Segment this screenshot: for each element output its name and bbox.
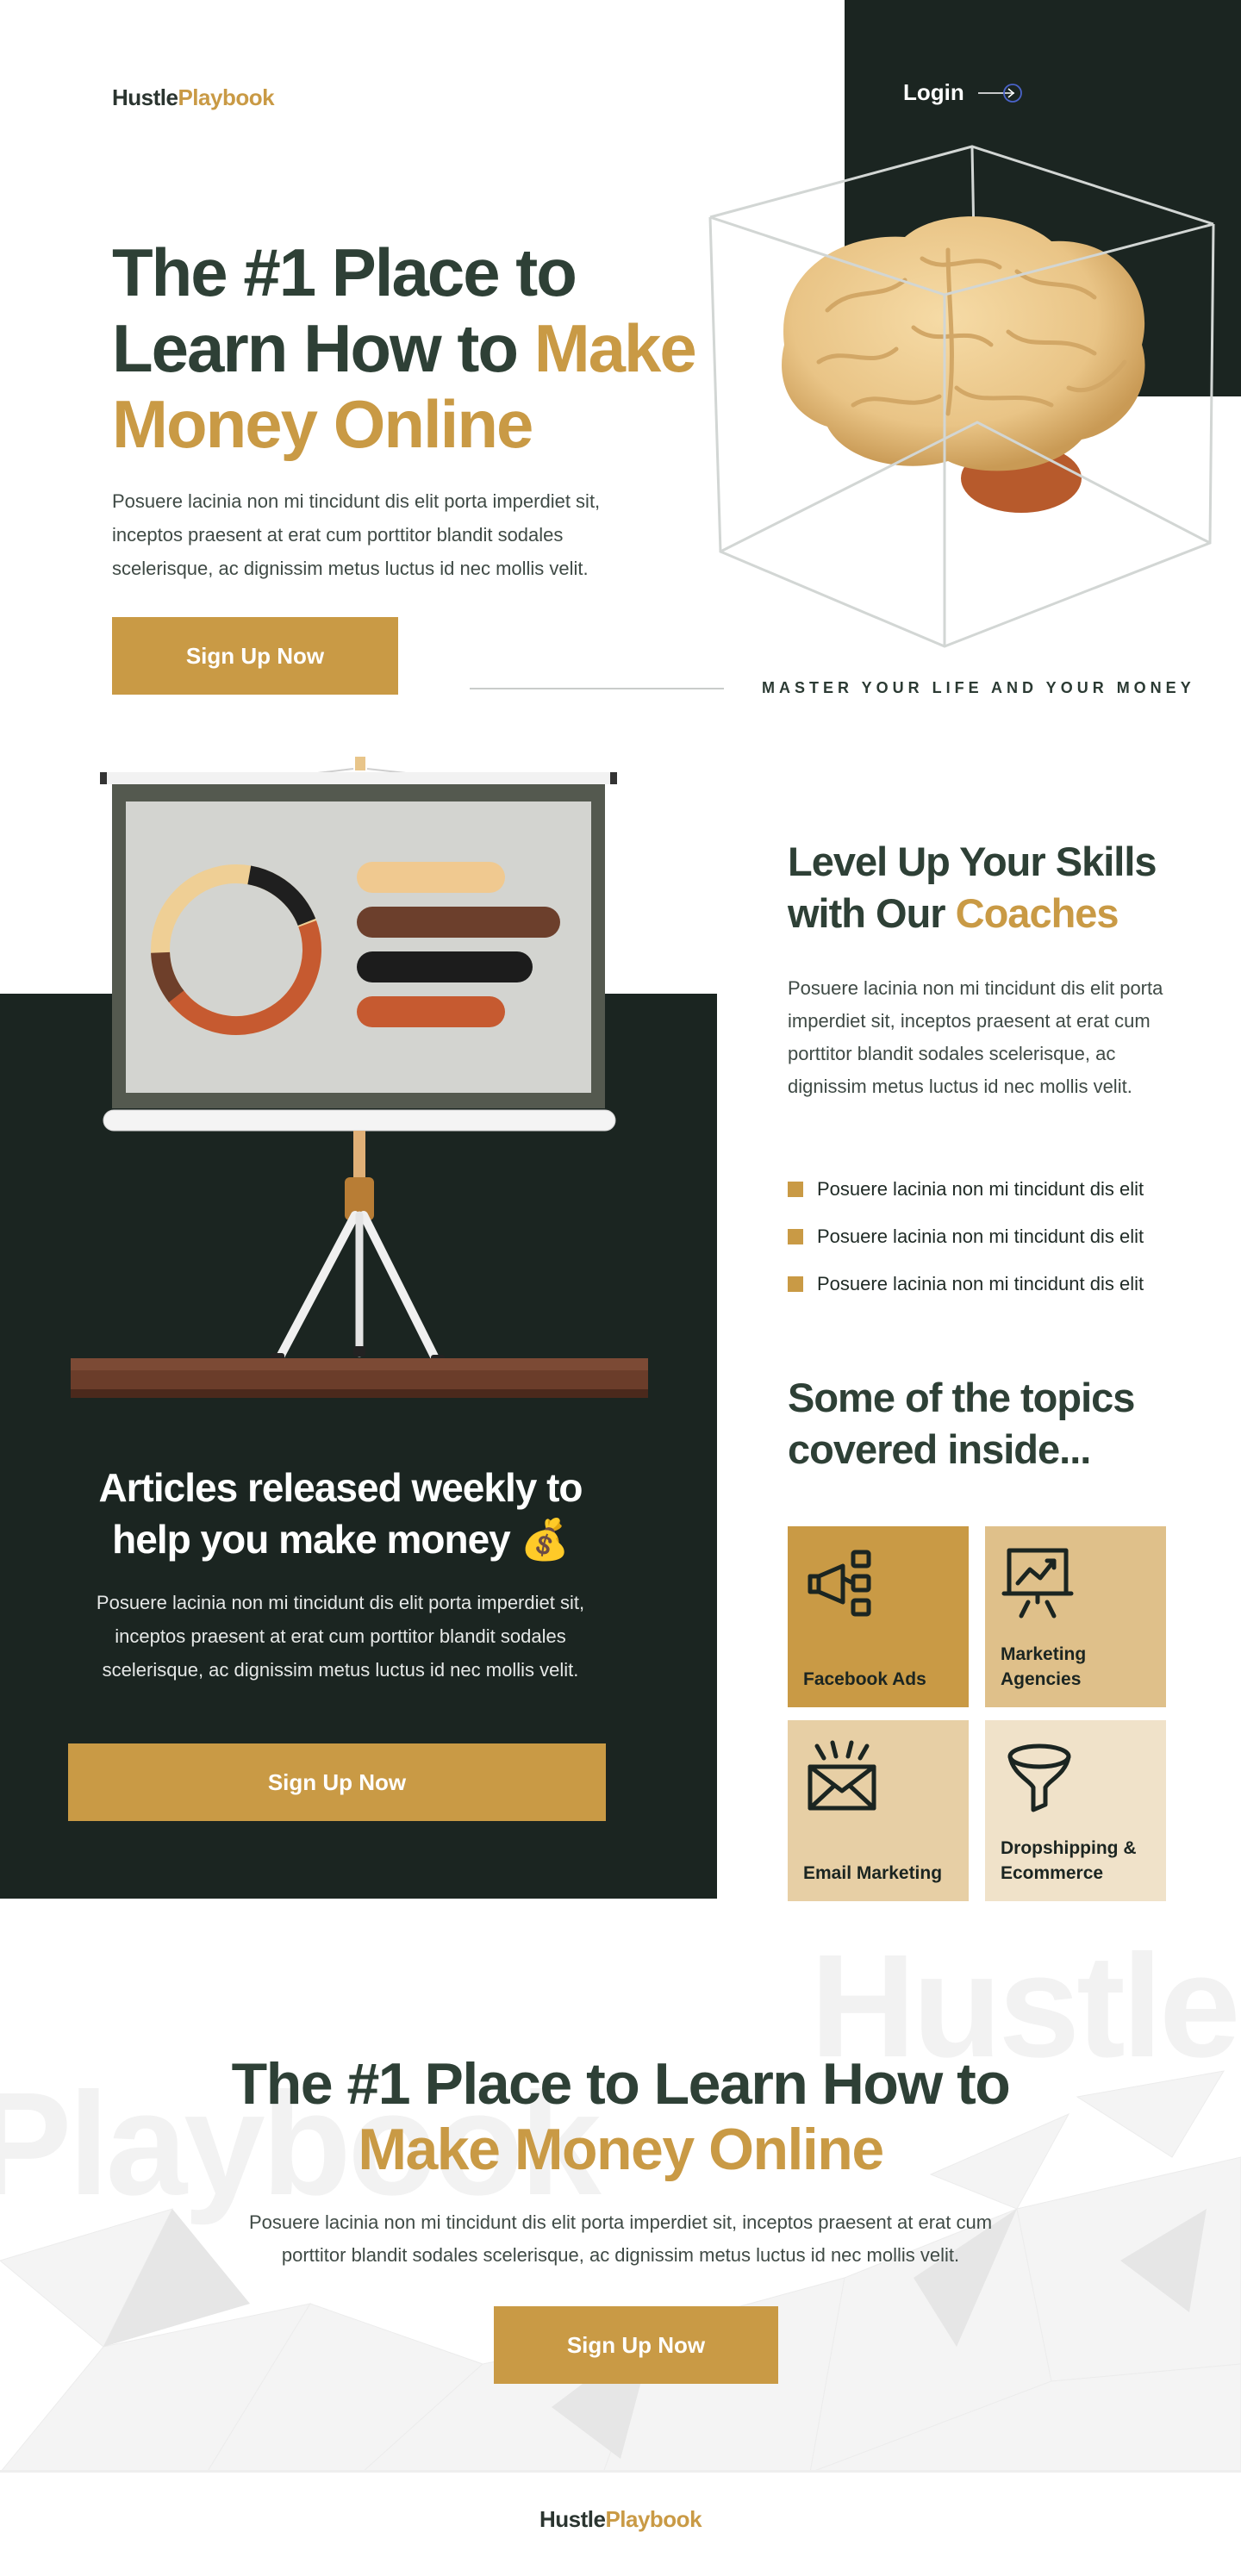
footer-logo[interactable]: HustlePlaybook: [0, 2506, 1241, 2533]
hero-title-line-2a: Learn How to: [112, 310, 534, 386]
cta-sign-up-button[interactable]: Sign Up Now: [494, 2306, 778, 2384]
hero-description: Posuere lacinia non mi tincidunt dis eli…: [112, 490, 601, 579]
hero-title-line-1: The #1 Place to: [112, 234, 577, 310]
funnel-icon: [1007, 1743, 1071, 1812]
topic-card-marketing-agencies[interactable]: Marketing Agencies: [985, 1526, 1166, 1707]
cta-description: Posuere lacinia non mi tincidunt dis eli…: [248, 2211, 993, 2266]
coaches-title: Level Up Your Skills with Our Coaches: [788, 836, 1201, 939]
arrow-right-circle-icon: [976, 83, 1023, 103]
presentation-board-illustration: [71, 757, 648, 1398]
coaches-feature-list: Posuere lacinia non mi tincidunt dis eli…: [788, 1165, 1219, 1307]
hero-title: The #1 Place to Learn How to Make Money …: [112, 234, 733, 462]
topic-label: Dropshipping & Ecommerce: [1001, 1838, 1137, 1883]
login-button[interactable]: Login: [903, 79, 1023, 106]
list-item-text: Posuere lacinia non mi tincidunt dis eli…: [817, 1225, 1144, 1247]
topic-card-dropshipping[interactable]: Dropshipping & Ecommerce: [985, 1720, 1166, 1901]
topic-label: Email Marketing: [803, 1863, 943, 1883]
list-item: Posuere lacinia non mi tincidunt dis eli…: [788, 1165, 1219, 1213]
hero-title-line-2: Learn How to Make: [112, 310, 733, 386]
topics-title: Some of the topics covered inside...: [788, 1375, 1135, 1472]
cta-title-line-1: The #1 Place to Learn How to: [231, 2051, 1011, 2117]
list-item: Posuere lacinia non mi tincidunt dis eli…: [788, 1213, 1219, 1260]
footer-logo-part-2: Playbook: [605, 2506, 702, 2532]
logo[interactable]: HustlePlaybook: [112, 84, 275, 111]
divider-line: [470, 688, 724, 689]
bullet-square-icon: [788, 1181, 803, 1197]
articles-description: Posuere lacinia non mi tincidunt dis eli…: [96, 1592, 585, 1681]
coaches-description: Posuere lacinia non mi tincidunt dis eli…: [788, 977, 1163, 1097]
topic-label: Facebook Ads: [803, 1669, 926, 1689]
cta-title: The #1 Place to Learn How to Make Money …: [0, 2051, 1241, 2182]
envelope-icon: [808, 1740, 876, 1811]
articles-title: Articles released weekly to help you mak…: [98, 1465, 583, 1562]
list-item: Posuere lacinia non mi tincidunt dis eli…: [788, 1260, 1219, 1307]
login-label: Login: [903, 79, 964, 105]
megaphone-icon: [808, 1550, 871, 1617]
topic-label: Marketing Agencies: [1001, 1644, 1087, 1689]
presentation-chart-icon: [1001, 1548, 1074, 1619]
topic-card-email-marketing[interactable]: Email Marketing: [788, 1720, 969, 1901]
list-item-text: Posuere lacinia non mi tincidunt dis eli…: [817, 1177, 1144, 1200]
brain-in-cube-illustration: [708, 145, 1215, 648]
list-item-text: Posuere lacinia non mi tincidunt dis eli…: [817, 1272, 1144, 1294]
logo-part-1: Hustle: [112, 84, 178, 110]
hero-tagline: MASTER YOUR LIFE AND YOUR MONEY: [762, 679, 1195, 696]
topic-card-facebook-ads[interactable]: Facebook Ads: [788, 1526, 969, 1707]
coaches-title-part-2: Coaches: [955, 890, 1119, 936]
articles-sign-up-button[interactable]: Sign Up Now: [68, 1743, 606, 1821]
footer-logo-part-1: Hustle: [539, 2506, 606, 2532]
bullet-square-icon: [788, 1276, 803, 1292]
hero-sign-up-button[interactable]: Sign Up Now: [112, 617, 398, 695]
bullet-square-icon: [788, 1228, 803, 1244]
hero-title-line-2b: Make: [533, 310, 697, 386]
hero-title-line-3: Money Online: [112, 386, 533, 462]
cta-title-line-2: Make Money Online: [358, 2117, 884, 2182]
logo-part-2: Playbook: [178, 84, 275, 110]
